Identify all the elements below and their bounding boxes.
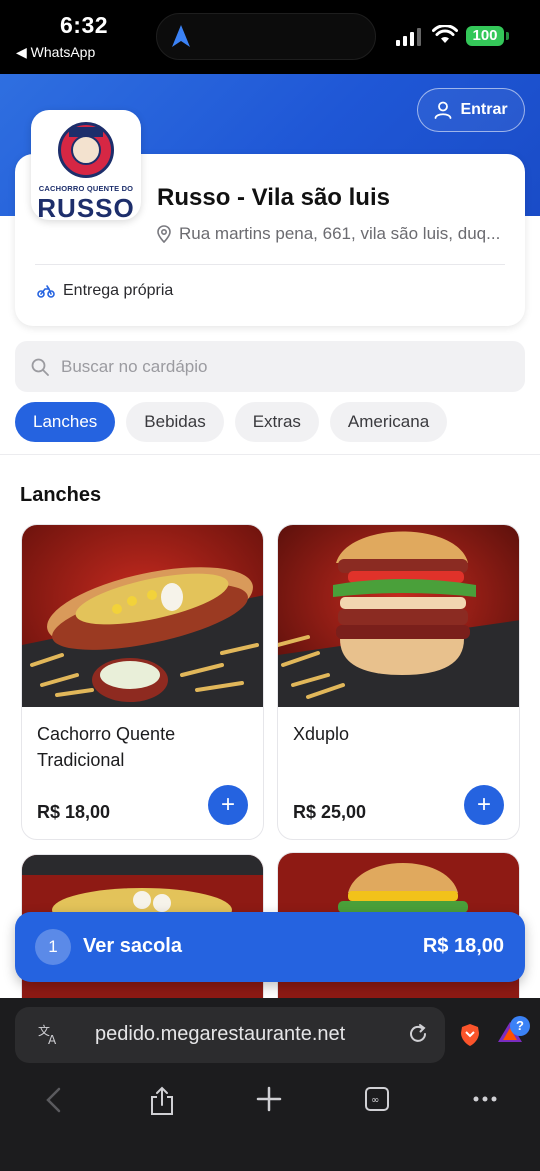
store-name: Russo - Vila são luis bbox=[157, 184, 390, 211]
logo-text-small: CACHORRO QUENTE DO bbox=[38, 184, 134, 193]
store-address[interactable]: Rua martins pena, 661, vila são luis, du… bbox=[157, 224, 500, 244]
wifi-icon bbox=[432, 25, 458, 43]
svg-text:A: A bbox=[48, 1033, 57, 1046]
product-name: Cachorro Quente Tradicional bbox=[37, 724, 176, 770]
battery-icon: 100 bbox=[466, 26, 504, 46]
location-arrow-icon bbox=[172, 25, 190, 47]
status-bar: 6:32 ◀ WhatsApp 100 bbox=[0, 0, 540, 74]
share-icon[interactable] bbox=[149, 1086, 175, 1121]
cell-signal-icon bbox=[396, 28, 421, 46]
delivery-label: Entrega própria bbox=[63, 282, 174, 299]
delivery-info: Entrega própria bbox=[37, 282, 173, 300]
card-divider bbox=[35, 264, 505, 265]
more-menu-icon[interactable] bbox=[472, 1086, 498, 1117]
product-price: R$ 25,00 bbox=[293, 802, 367, 822]
battery-tip bbox=[506, 32, 509, 40]
product-image bbox=[278, 525, 519, 707]
restaurant-page: Entrar CACHORRO QUENTE DO RUSSO Russo - … bbox=[0, 74, 540, 998]
add-to-cart-button[interactable]: + bbox=[464, 785, 504, 825]
store-card: CACHORRO QUENTE DO RUSSO Russo - Vila sã… bbox=[15, 110, 525, 326]
store-address-text: Rua martins pena, 661, vila são luis, du… bbox=[179, 224, 501, 243]
add-to-cart-button[interactable]: + bbox=[208, 785, 248, 825]
new-tab-icon[interactable] bbox=[256, 1086, 282, 1117]
product-price: R$ 18,00 bbox=[37, 802, 111, 822]
product-name: Xduplo bbox=[293, 724, 350, 744]
address-bar[interactable]: 文 A pedido.megarestaurante.net bbox=[15, 1007, 445, 1063]
logo-emblem bbox=[58, 122, 114, 178]
scooter-icon bbox=[37, 285, 55, 298]
bag-label: Ver sacola bbox=[83, 935, 182, 957]
plus-icon: + bbox=[476, 791, 491, 818]
product-image bbox=[22, 525, 263, 707]
tab-americana[interactable]: Americana bbox=[329, 402, 448, 442]
hotdog-photo bbox=[22, 525, 263, 707]
url-text: pedido.megarestaurante.net bbox=[95, 1023, 346, 1045]
user-icon bbox=[435, 101, 452, 119]
rewards-badge: ? bbox=[510, 1016, 530, 1036]
search-input[interactable] bbox=[61, 356, 481, 377]
translate-icon[interactable]: 文 A bbox=[37, 1022, 61, 1046]
login-button[interactable]: Entrar bbox=[417, 88, 525, 132]
menu-search[interactable] bbox=[15, 341, 525, 392]
brave-shield-icon[interactable] bbox=[459, 1023, 481, 1047]
view-bag-button[interactable]: 1 Ver sacola R$ 18,00 bbox=[15, 912, 525, 982]
category-tabs: Lanches Bebidas Extras Americana bbox=[15, 402, 448, 442]
logo-face bbox=[71, 135, 101, 165]
tab-bebidas[interactable]: Bebidas bbox=[126, 402, 224, 442]
back-icon[interactable] bbox=[44, 1086, 64, 1119]
browser-nav: ∞ bbox=[0, 1086, 540, 1130]
tabs-icon[interactable]: ∞ bbox=[364, 1086, 390, 1117]
tab-lanches[interactable]: Lanches bbox=[15, 402, 116, 442]
section-title: Lanches bbox=[20, 484, 102, 506]
status-time: 6:32 bbox=[60, 12, 109, 38]
plus-icon: + bbox=[220, 791, 235, 818]
logo-hat bbox=[69, 127, 103, 137]
tabs-divider bbox=[0, 454, 540, 455]
reload-icon[interactable] bbox=[407, 1023, 429, 1045]
product-card[interactable]: Cachorro Quente Tradicional R$ 18,00 + bbox=[21, 524, 264, 840]
store-logo: CACHORRO QUENTE DO RUSSO bbox=[31, 110, 141, 220]
login-label: Entrar bbox=[460, 101, 508, 118]
browser-toolbar: 文 A pedido.megarestaurante.net ? ∞ bbox=[0, 998, 540, 1171]
back-to-app-link[interactable]: ◀ WhatsApp bbox=[16, 44, 95, 61]
product-card[interactable]: Xduplo R$ 25,00 + bbox=[277, 524, 520, 840]
dynamic-island bbox=[156, 13, 376, 60]
tab-extras[interactable]: Extras bbox=[234, 402, 319, 442]
bag-total: R$ 18,00 bbox=[422, 935, 504, 957]
burger-photo bbox=[278, 525, 519, 707]
search-icon bbox=[31, 358, 49, 376]
logo-text-big: RUSSO bbox=[37, 193, 135, 220]
bag-count-badge: 1 bbox=[35, 929, 71, 965]
svg-text:∞: ∞ bbox=[371, 1095, 379, 1106]
map-pin-icon bbox=[157, 225, 171, 243]
